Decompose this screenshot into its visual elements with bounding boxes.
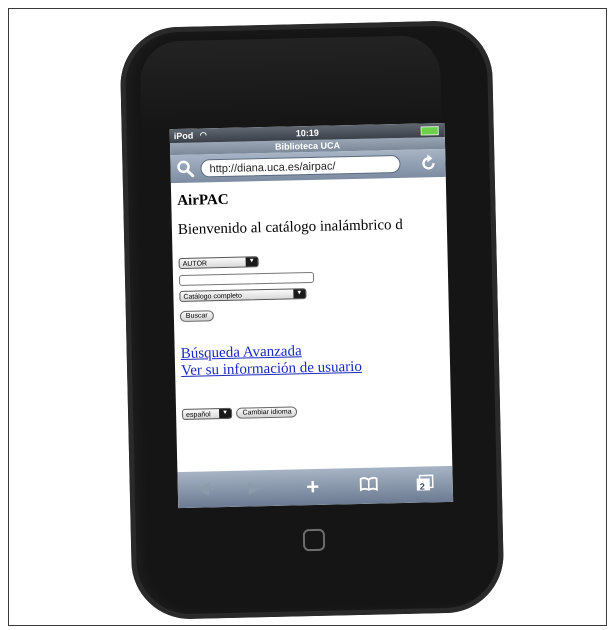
bookmarks-icon[interactable] [358, 476, 380, 496]
search-button[interactable]: Buscar [179, 310, 214, 323]
search-icon[interactable] [176, 160, 195, 178]
back-icon[interactable]: ◀ [192, 479, 214, 499]
change-language-button[interactable]: Cambiar idioma [236, 406, 298, 419]
tabs-icon[interactable]: 2 [414, 474, 436, 494]
reload-icon[interactable] [419, 154, 437, 172]
add-icon[interactable]: + [302, 474, 324, 499]
url-input[interactable]: http://diana.uca.es/airpac/ [200, 154, 401, 178]
search-field-select-value: AUTOR [182, 260, 208, 269]
chevron-down-icon: ▼ [293, 289, 306, 299]
ipod-device: iPod ◠ 10:19 Biblioteca UCA http://diana… [119, 19, 505, 621]
battery-icon [420, 126, 439, 136]
page-content: AirPAC Bienvenido al catálogo inalámbric… [171, 177, 452, 430]
search-input[interactable] [178, 271, 315, 287]
tabs-count: 2 [419, 481, 425, 492]
language-select-value: español [186, 411, 211, 420]
chevron-down-icon: ▼ [219, 409, 232, 419]
home-button-icon[interactable] [302, 528, 326, 552]
catalog-select-value: Catálogo completo [183, 292, 242, 302]
search-field-select[interactable]: AUTOR ▼ [178, 256, 259, 270]
site-title: AirPAC [177, 191, 229, 210]
forward-icon[interactable]: ▶ [244, 478, 266, 498]
welcome-text: Bienvenido al catálogo inalámbrico d [177, 216, 403, 239]
chevron-down-icon: ▼ [245, 257, 258, 267]
device-glare [139, 35, 442, 132]
device-screen: iPod ◠ 10:19 Biblioteca UCA http://diana… [169, 122, 454, 509]
catalog-select[interactable]: Catálogo completo ▼ [179, 288, 307, 303]
browser-toolbar: ◀ ▶ + 2 [177, 465, 454, 509]
language-select[interactable]: español ▼ [181, 408, 233, 421]
links-section: Búsqueda Avanzada Ver su información de … [181, 340, 445, 380]
language-row: español ▼ Cambiar idioma [181, 400, 445, 424]
